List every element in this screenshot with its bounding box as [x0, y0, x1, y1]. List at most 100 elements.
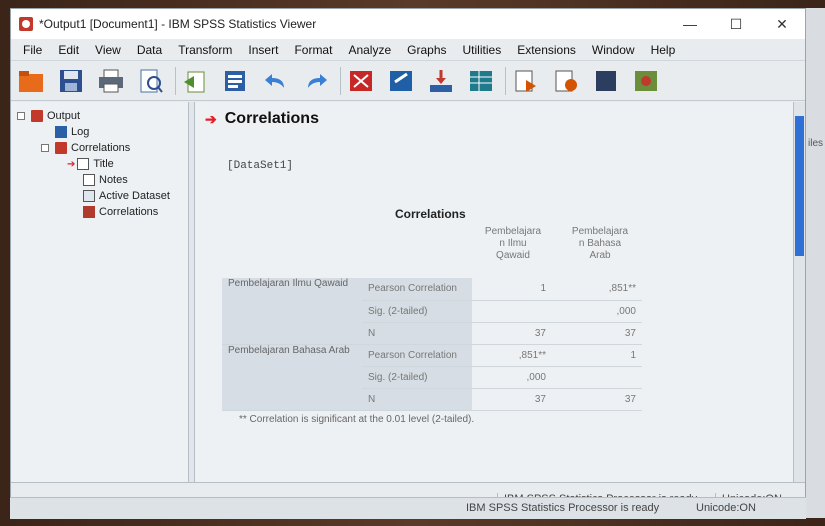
viewer-body: Output Log Correlations ➔ Title Notes Ac… — [11, 102, 805, 482]
menu-analyze[interactable]: Analyze — [340, 43, 399, 57]
dataset-label: [DataSet1] — [227, 160, 294, 172]
toolbar-separator — [175, 66, 176, 95]
table-cell: ,851** — [472, 344, 552, 367]
menu-graphs[interactable]: Graphs — [399, 43, 454, 57]
output-heading: ➔ Correlations — [205, 110, 319, 128]
table-cell: 37 — [552, 322, 642, 345]
output-book-icon — [55, 142, 67, 154]
dataset-icon — [83, 190, 95, 202]
output-pane: ➔ Correlations [DataSet1] Correlations P… — [195, 102, 805, 482]
table-title: Correlations — [395, 207, 466, 221]
maximize-button[interactable]: ☐ — [713, 9, 759, 39]
notes-icon — [83, 174, 95, 186]
title-bar: *Output1 [Document1] - IBM SPSS Statisti… — [11, 9, 805, 39]
table-cell: 37 — [552, 388, 642, 411]
vertical-scrollbar[interactable] — [793, 102, 805, 482]
table-cell: 37 — [472, 322, 552, 345]
toolbar — [11, 61, 805, 101]
variables-icon[interactable] — [465, 65, 497, 97]
table-cell: ,851** — [552, 278, 642, 301]
outline-item-label: Active Dataset — [99, 190, 170, 202]
create-script-icon[interactable] — [630, 65, 662, 97]
outline-root-label: Output — [47, 110, 81, 122]
menu-utilities[interactable]: Utilities — [455, 43, 510, 57]
menu-format[interactable]: Format — [286, 43, 340, 57]
menu-bar: File Edit View Data Transform Insert For… — [11, 39, 805, 61]
close-button[interactable]: ✕ — [759, 9, 805, 39]
collapse-icon[interactable] — [17, 112, 25, 120]
toolbar-separator — [505, 66, 506, 95]
table-row: Pembelajaran Bahasa Arab Pearson Correla… — [222, 344, 642, 411]
table-footnote: ** Correlation is significant at the 0.0… — [239, 414, 475, 425]
row-header: Pembelajaran Bahasa Arab — [222, 344, 362, 411]
open-icon[interactable] — [15, 65, 47, 97]
menu-extensions[interactable]: Extensions — [509, 43, 584, 57]
outline-pane: Output Log Correlations ➔ Title Notes Ac… — [11, 102, 189, 482]
outline-correlations-node[interactable]: Correlations — [41, 140, 130, 156]
table-cell: 37 — [472, 388, 552, 411]
save-icon[interactable] — [55, 65, 87, 97]
table-cell: ,000 — [472, 366, 552, 389]
column-header-line: n Ilmu — [499, 238, 527, 249]
menu-view[interactable]: View — [87, 43, 129, 57]
table-cell: ,000 — [552, 300, 642, 323]
menu-transform[interactable]: Transform — [170, 43, 240, 57]
outline-item-label: Title — [93, 158, 114, 170]
print-icon[interactable] — [95, 65, 127, 97]
selected-arrow-icon: ➔ — [205, 110, 217, 127]
outline-log[interactable]: Log — [55, 124, 89, 140]
stop-icon[interactable] — [590, 65, 622, 97]
table-row: Pembelajaran Ilmu Qawaid Pearson Correla… — [222, 278, 642, 345]
background-processor-status: IBM SPSS Statistics Processor is ready — [466, 502, 660, 514]
outline-log-label: Log — [71, 126, 90, 138]
print-preview-icon[interactable] — [135, 65, 167, 97]
designate-window-icon[interactable] — [510, 65, 542, 97]
export-icon[interactable] — [180, 65, 212, 97]
output-heading-text: Correlations — [224, 110, 319, 127]
outline-item-label: Notes — [99, 174, 128, 186]
redo-icon[interactable] — [300, 65, 332, 97]
log-icon — [55, 126, 67, 138]
table-cell: 1 — [552, 344, 642, 367]
toolbar-separator — [340, 66, 341, 95]
menu-edit[interactable]: Edit — [50, 43, 87, 57]
spss-app-icon — [19, 17, 33, 31]
recall-dialog-icon[interactable] — [220, 65, 252, 97]
spss-viewer-window: *Output1 [Document1] - IBM SPSS Statisti… — [10, 8, 806, 518]
menu-insert[interactable]: Insert — [240, 43, 286, 57]
table-cell: 1 — [472, 278, 552, 301]
outline-root[interactable]: Output — [17, 108, 80, 124]
undo-icon[interactable] — [260, 65, 292, 97]
outline-correlations-label: Correlations — [71, 142, 131, 154]
minimize-button[interactable]: — — [667, 9, 713, 39]
stat-label: Sig. (2-tailed) — [362, 366, 472, 389]
goto-data-icon[interactable] — [345, 65, 377, 97]
run-script-icon[interactable] — [550, 65, 582, 97]
column-header-line: Arab — [589, 250, 611, 261]
scrollbar-thumb[interactable] — [795, 116, 804, 256]
outline-item-notes[interactable]: Notes — [83, 172, 128, 188]
background-unicode-status: Unicode:ON — [696, 502, 756, 514]
background-window-statusbar: IBM SPSS Statistics Processor is ready U… — [10, 497, 806, 519]
stat-label: N — [362, 322, 472, 345]
collapse-icon[interactable] — [41, 144, 49, 152]
table-cell — [552, 366, 642, 389]
background-window-edge — [806, 8, 825, 518]
menu-window[interactable]: Window — [584, 43, 643, 57]
selected-arrow-icon: ➔ — [67, 158, 76, 170]
outline-item-active-dataset[interactable]: Active Dataset — [83, 188, 170, 204]
menu-data[interactable]: Data — [129, 43, 170, 57]
stat-label: Pearson Correlation — [362, 278, 472, 301]
window-controls: — ☐ ✕ — [667, 9, 805, 39]
outline-item-title[interactable]: ➔ Title — [67, 156, 114, 172]
goto-case-icon[interactable] — [385, 65, 417, 97]
goto-variable-icon[interactable] — [425, 65, 457, 97]
window-title: *Output1 [Document1] - IBM SPSS Statisti… — [39, 17, 317, 31]
menu-help[interactable]: Help — [643, 43, 684, 57]
outline-item-correlations[interactable]: Correlations — [83, 204, 158, 220]
stat-label: N — [362, 388, 472, 411]
table-icon — [83, 206, 95, 218]
table-cell — [472, 300, 552, 323]
menu-file[interactable]: File — [15, 43, 50, 57]
correlations-table[interactable]: Pembelajaran Ilmu Qawaid Pearson Correla… — [222, 278, 642, 411]
